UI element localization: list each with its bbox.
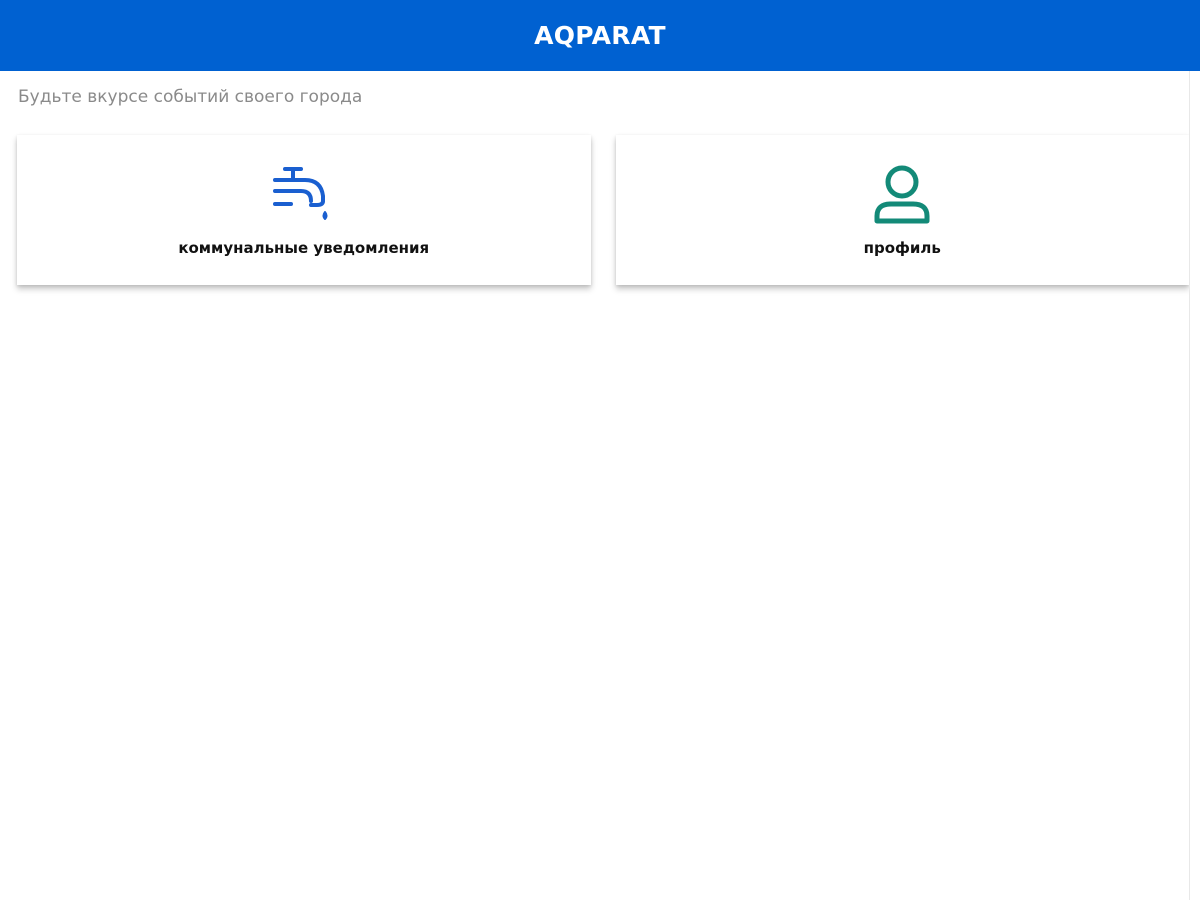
app-window: AQPARAT Будьте вкурсе событий своего гор… (0, 0, 1200, 900)
water-tap-icon (269, 163, 339, 229)
app-title: AQPARAT (534, 21, 666, 50)
tagline-text: Будьте вкурсе событий своего города (18, 87, 363, 107)
profile-card[interactable]: профиль (615, 135, 1189, 285)
user-profile-icon (867, 163, 937, 229)
utility-notifications-card[interactable]: коммунальные уведомления (17, 135, 591, 285)
profile-label: профиль (863, 239, 941, 257)
menu-cards: коммунальные уведомления профиль (17, 135, 1189, 285)
utility-notifications-label: коммунальные уведомления (178, 239, 430, 257)
app-header: AQPARAT (0, 0, 1200, 71)
vertical-scrollbar[interactable] (1189, 71, 1200, 900)
